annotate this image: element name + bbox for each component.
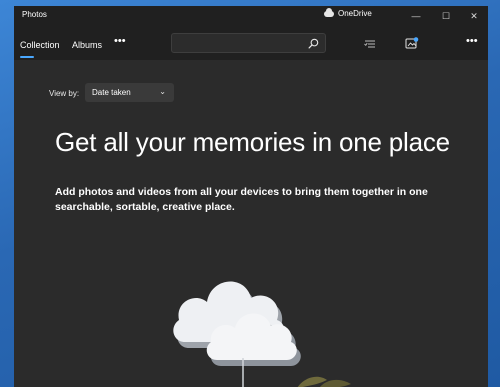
tab-albums[interactable]: Albums (72, 40, 102, 50)
top-toolbar: Collection Albums ••• ••• (14, 26, 488, 60)
collection-view: View by: Date taken ⌄ Get all your memor… (14, 60, 488, 387)
search-box[interactable] (171, 33, 326, 53)
minimize-button[interactable]: — (402, 6, 430, 26)
onedrive-status[interactable]: OneDrive (324, 7, 372, 18)
onedrive-label: OneDrive (338, 9, 372, 18)
search-input[interactable] (176, 36, 305, 52)
view-by-label: View by: (49, 89, 80, 98)
title-bar: Photos OneDrive — ☐ ✕ (14, 6, 488, 26)
more-tabs-button[interactable]: ••• (114, 35, 126, 47)
more-options-icon[interactable]: ••• (466, 35, 478, 47)
app-title: Photos (22, 10, 47, 19)
view-by-selected-value: Date taken (92, 88, 131, 97)
close-button[interactable]: ✕ (460, 6, 488, 26)
select-icon[interactable] (364, 39, 376, 49)
view-by-dropdown[interactable]: Date taken ⌄ (85, 83, 174, 102)
empty-state-description: Add photos and videos from all your devi… (55, 186, 428, 213)
import-icon[interactable] (405, 37, 419, 49)
maximize-button[interactable]: ☐ (432, 6, 460, 26)
photos-window: Photos OneDrive — ☐ ✕ Collection Albums … (14, 6, 488, 387)
tab-collection[interactable]: Collection (20, 40, 60, 50)
search-icon[interactable] (308, 38, 319, 49)
tab-selected-indicator (20, 56, 34, 58)
onedrive-cloud-icon (324, 7, 334, 17)
cloud-illustration (173, 281, 351, 387)
chevron-down-icon: ⌄ (159, 87, 166, 96)
empty-state-headline: Get all your memories in one place (55, 127, 450, 157)
